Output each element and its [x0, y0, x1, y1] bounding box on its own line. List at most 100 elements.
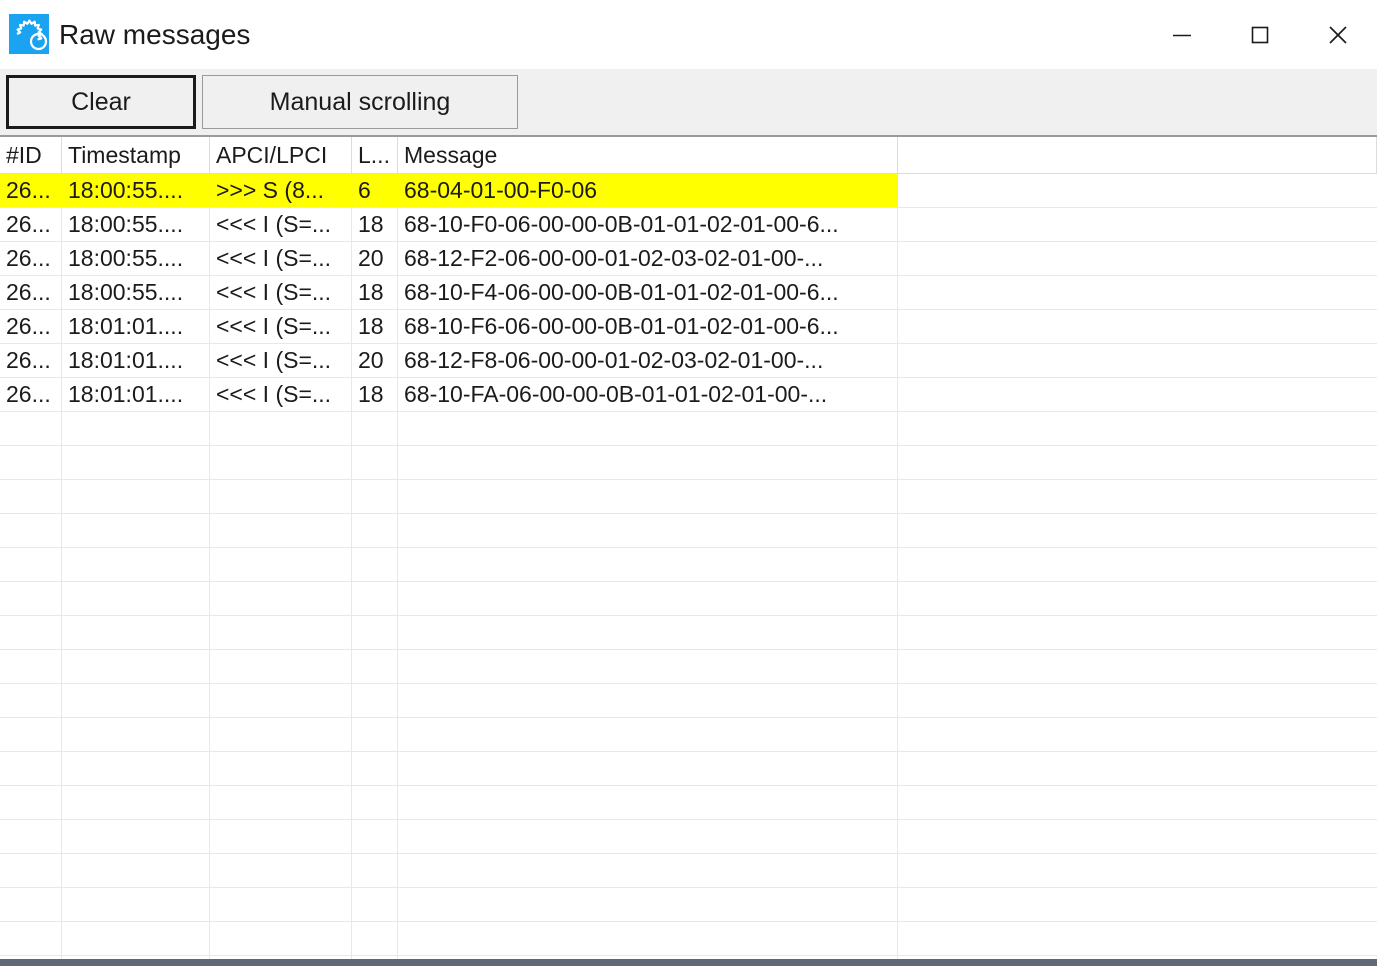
clear-button[interactable]: Clear [6, 75, 196, 129]
cell-empty [398, 888, 898, 921]
cell-empty [398, 922, 898, 955]
cell-message: 68-10-F4-06-00-00-0B-01-01-02-01-00-6... [398, 276, 898, 309]
column-header-message[interactable]: Message [398, 137, 898, 173]
table-row[interactable]: 26... 18:00:55.... >>> S (8... 6 68-04-01-00… [0, 174, 1377, 208]
cell-id: 26... [0, 310, 62, 343]
cell-timestamp: 18:01:01.... [62, 344, 210, 377]
column-header-length[interactable]: L... [352, 137, 398, 173]
cell-empty [398, 412, 898, 445]
table-row-empty [0, 548, 1377, 582]
cell-empty [352, 752, 398, 785]
cell-empty [352, 888, 398, 921]
cell-empty [210, 684, 352, 717]
column-header-apci-lpci[interactable]: APCI/LPCI [210, 137, 352, 173]
cell-filler [898, 344, 1377, 377]
cell-empty [398, 582, 898, 615]
cell-empty [210, 514, 352, 547]
cell-empty [0, 616, 62, 649]
cell-empty [62, 480, 210, 513]
manual-scrolling-button[interactable]: Manual scrolling [202, 75, 518, 129]
cell-filler [898, 820, 1377, 853]
cell-empty [0, 922, 62, 955]
cell-empty [352, 650, 398, 683]
cell-filler [898, 208, 1377, 241]
table-row[interactable]: 26... 18:00:55.... <<< I (S=... 18 68-10-F4-… [0, 276, 1377, 310]
table-row-empty [0, 582, 1377, 616]
toolbar: Clear Manual scrolling [0, 69, 1377, 137]
cell-empty [398, 820, 898, 853]
cell-filler [898, 412, 1377, 445]
cell-empty [352, 854, 398, 887]
cell-empty [398, 514, 898, 547]
cell-empty [398, 854, 898, 887]
cell-id: 26... [0, 208, 62, 241]
cell-empty [352, 446, 398, 479]
cell-apci-lpci: <<< I (S=... [210, 208, 352, 241]
table-row[interactable]: 26... 18:01:01.... <<< I (S=... 20 68-12-F8-… [0, 344, 1377, 378]
cell-apci-lpci: >>> S (8... [210, 174, 352, 207]
cell-empty [0, 412, 62, 445]
cell-empty [398, 616, 898, 649]
cell-id: 26... [0, 174, 62, 207]
cell-filler [898, 174, 1377, 207]
cell-empty [62, 412, 210, 445]
cell-filler [898, 752, 1377, 785]
table-row-empty [0, 514, 1377, 548]
minimize-icon[interactable] [1143, 0, 1221, 69]
cell-empty [62, 684, 210, 717]
close-icon[interactable] [1299, 0, 1377, 69]
table-row-empty [0, 684, 1377, 718]
maximize-icon[interactable] [1221, 0, 1299, 69]
cell-timestamp: 18:00:55.... [62, 242, 210, 275]
cell-filler [898, 684, 1377, 717]
table-row[interactable]: 26... 18:01:01.... <<< I (S=... 18 68-10-FA-… [0, 378, 1377, 412]
table-row[interactable]: 26... 18:01:01.... <<< I (S=... 18 68-10-F6-… [0, 310, 1377, 344]
table-body: 26... 18:00:55.... >>> S (8... 6 68-04-01-00… [0, 174, 1377, 966]
cell-empty [62, 548, 210, 581]
table-row[interactable]: 26... 18:00:55.... <<< I (S=... 20 68-12-F2-… [0, 242, 1377, 276]
cell-empty [62, 718, 210, 751]
cell-filler [898, 718, 1377, 751]
cell-empty [62, 786, 210, 819]
cell-empty [0, 548, 62, 581]
cell-empty [398, 446, 898, 479]
cell-empty [0, 718, 62, 751]
table-row-empty [0, 820, 1377, 854]
cell-empty [62, 922, 210, 955]
cell-empty [62, 752, 210, 785]
cell-id: 26... [0, 378, 62, 411]
cell-length: 18 [352, 310, 398, 343]
cell-empty [62, 616, 210, 649]
table-row[interactable]: 26... 18:00:55.... <<< I (S=... 18 68-10-F0-… [0, 208, 1377, 242]
table-row-empty [0, 922, 1377, 956]
cell-empty [62, 446, 210, 479]
cell-filler [898, 378, 1377, 411]
cell-empty [352, 514, 398, 547]
column-header-id[interactable]: #ID [0, 137, 62, 173]
cell-apci-lpci: <<< I (S=... [210, 242, 352, 275]
cell-empty [0, 752, 62, 785]
cell-id: 26... [0, 242, 62, 275]
cell-empty [398, 752, 898, 785]
cell-empty [352, 582, 398, 615]
cell-empty [352, 548, 398, 581]
cell-empty [0, 854, 62, 887]
table-row-empty [0, 888, 1377, 922]
cell-empty [398, 718, 898, 751]
cell-empty [0, 684, 62, 717]
table-row-empty [0, 446, 1377, 480]
cell-filler [898, 242, 1377, 275]
column-header-timestamp[interactable]: Timestamp [62, 137, 210, 173]
raw-messages-table[interactable]: #ID Timestamp APCI/LPCI L... Message 26.… [0, 137, 1377, 966]
cell-length: 18 [352, 378, 398, 411]
cell-empty [210, 820, 352, 853]
cell-message: 68-10-FA-06-00-00-0B-01-01-02-01-00-... [398, 378, 898, 411]
cell-filler [898, 854, 1377, 887]
cell-empty [352, 412, 398, 445]
cell-empty [398, 786, 898, 819]
table-header-row: #ID Timestamp APCI/LPCI L... Message [0, 137, 1377, 174]
cell-empty [62, 582, 210, 615]
cell-message: 68-10-F6-06-00-00-0B-01-01-02-01-00-6... [398, 310, 898, 343]
cell-empty [352, 718, 398, 751]
cell-empty [352, 922, 398, 955]
